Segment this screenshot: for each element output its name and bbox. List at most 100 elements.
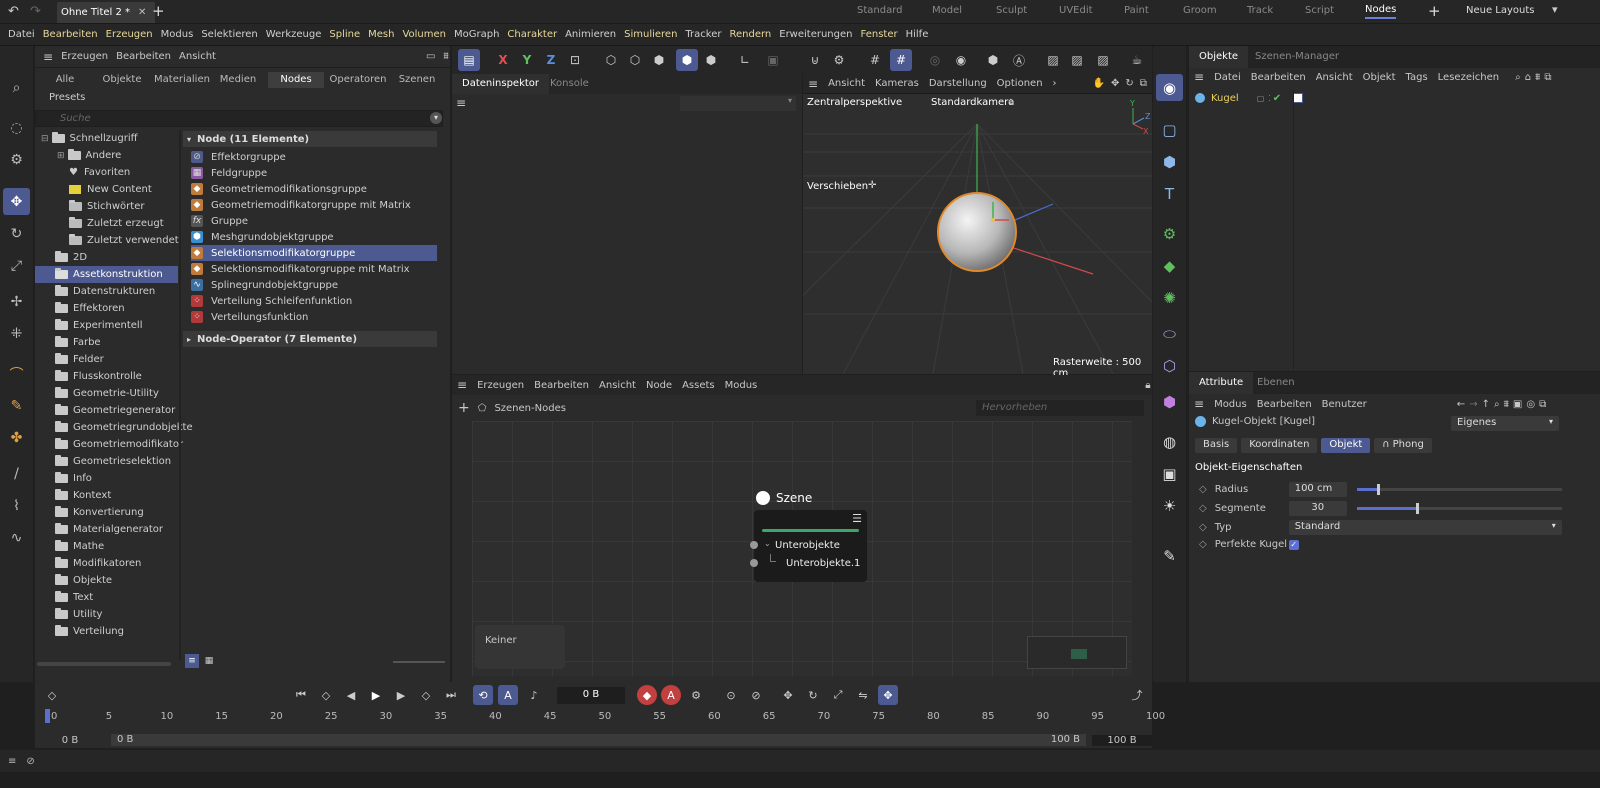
text-overlay-icon[interactable]: Ⓐ xyxy=(1008,49,1030,71)
keyframe-icon[interactable]: ◇ xyxy=(42,685,62,705)
menu-animieren[interactable]: Animieren xyxy=(565,29,616,40)
tree-item-selected[interactable]: Assetkonstruktion xyxy=(35,266,178,283)
tree-item[interactable]: Geometrie-Utility xyxy=(55,385,159,402)
x-axis-lock[interactable]: X xyxy=(492,49,514,71)
soft-selection-icon[interactable]: ⚙ xyxy=(828,49,850,71)
tweak-icon[interactable]: ⚙ xyxy=(3,146,30,173)
search-icon[interactable]: ⌕ xyxy=(1494,399,1500,410)
filter-icon[interactable]: ⩩ xyxy=(443,51,448,62)
input-port[interactable] xyxy=(750,541,758,549)
layout-paint[interactable]: Paint xyxy=(1124,5,1149,16)
layout-sculpt[interactable]: Sculpt xyxy=(996,5,1027,16)
node-menu-modus[interactable]: Modus xyxy=(725,380,758,391)
subtab-basis[interactable]: Basis xyxy=(1195,438,1238,453)
menu-simulieren[interactable]: Simulieren xyxy=(624,29,677,40)
viewport-menu-ansicht[interactable]: Ansicht xyxy=(828,78,865,89)
menu-selektieren[interactable]: Selektieren xyxy=(201,29,257,40)
z-axis-lock[interactable]: Z xyxy=(540,49,562,71)
polygon-pen-icon[interactable]: ✤ xyxy=(3,424,30,451)
asset-menu-erzeugen[interactable]: Erzeugen xyxy=(61,51,108,62)
tree-item[interactable]: Konvertierung xyxy=(55,504,144,521)
node-menu-node[interactable]: Node xyxy=(646,380,672,391)
move-view-icon[interactable]: ✥ xyxy=(1111,78,1119,89)
list-item[interactable]: ⊘ Effektorgruppe xyxy=(191,149,437,165)
grid-icon[interactable]: # xyxy=(864,49,886,71)
effector-gear-icon[interactable]: ✺ xyxy=(1156,284,1183,311)
tab-dateninspektor[interactable]: Dateninspektor xyxy=(452,74,550,94)
sound-icon[interactable]: ♪ xyxy=(524,685,544,705)
search-options-icon[interactable]: ▾ xyxy=(430,112,442,124)
tab-szenen-manager[interactable]: Szenen-Manager xyxy=(1245,46,1349,68)
tree-item[interactable]: Objekte xyxy=(55,572,112,589)
tree-item[interactable]: Geometriegrundobjekte xyxy=(55,419,193,436)
record-parameter-icon[interactable]: ⇋ xyxy=(853,685,873,705)
tree-item[interactable]: Zuletzt erzeugt xyxy=(69,215,164,232)
viewport-camera-label[interactable]: Standardkamera xyxy=(931,97,1014,108)
list-item[interactable]: ⁘ Verteilungsfunktion xyxy=(191,309,437,325)
menu-werkzeuge[interactable]: Werkzeuge xyxy=(266,29,322,40)
points-mode-icon[interactable]: ⬡ xyxy=(600,49,622,71)
hamburger-icon[interactable]: ≡ xyxy=(1194,70,1204,84)
viewport-menu-darstellung[interactable]: Darstellung xyxy=(929,78,987,89)
transfer-icon[interactable]: ✢ xyxy=(3,288,30,315)
menu-spline[interactable]: Spline xyxy=(329,29,360,40)
hamburger-icon[interactable]: ≡ xyxy=(43,50,53,64)
viewport-menu-optionen[interactable]: Optionen xyxy=(997,78,1043,89)
play-icon[interactable]: ▶ xyxy=(366,685,386,705)
search-icon[interactable]: ⌕ xyxy=(3,74,30,101)
maximize-view-icon[interactable]: ⧉ xyxy=(1140,78,1147,89)
hamburger-icon[interactable]: ≡ xyxy=(457,378,467,392)
material-tag-icon[interactable] xyxy=(1293,93,1304,103)
mode-dropdown[interactable]: Eigenes ▾ xyxy=(1451,416,1559,431)
tab-medien[interactable]: Medien xyxy=(215,72,261,88)
record-rotation-icon[interactable]: ↻ xyxy=(803,685,823,705)
axis-icon[interactable]: ∟ xyxy=(734,49,756,71)
document-tab[interactable]: Ohne Titel 2 * ✕ xyxy=(57,2,155,23)
layout-script[interactable]: Script xyxy=(1305,5,1334,16)
new-document-plus-icon[interactable]: + xyxy=(152,2,165,20)
om-menu-objekt[interactable]: Objekt xyxy=(1363,72,1396,83)
tree-item[interactable]: Geometriemodifikator xyxy=(55,436,183,453)
asset-search-input[interactable]: Suche xyxy=(35,110,443,127)
generator-icon[interactable]: ⚙ xyxy=(1156,220,1183,247)
list-item[interactable]: fx Gruppe xyxy=(191,213,437,229)
sphere-object[interactable] xyxy=(937,192,1017,272)
perfect-sphere-checkbox[interactable]: ✓ xyxy=(1288,539,1299,550)
back-arrow-icon[interactable]: ← xyxy=(1457,399,1465,410)
playback-mode-icon[interactable]: A xyxy=(498,685,518,705)
search-icon[interactable]: ⌕ xyxy=(1515,72,1521,83)
expand-chevron-icon[interactable]: ⌄ xyxy=(764,539,771,548)
popout-icon[interactable]: ⧉ xyxy=(1539,399,1546,410)
asset-menu-bearbeiten[interactable]: Bearbeiten xyxy=(116,51,171,62)
menu-mograph[interactable]: MoGraph xyxy=(454,29,499,40)
menu-datei[interactable]: Datei xyxy=(8,29,35,40)
tree-item[interactable]: Text xyxy=(55,589,93,606)
range-slider[interactable]: 0 B 100 B xyxy=(111,734,1086,746)
record-pla-icon[interactable]: ✥ xyxy=(878,685,898,705)
spline-sketch-icon[interactable]: ∿ xyxy=(3,524,30,551)
cube-icon[interactable]: ⬢ xyxy=(1156,148,1183,175)
scale-icon[interactable]: ⤢ xyxy=(3,252,30,279)
menu-rendern[interactable]: Rendern xyxy=(729,29,771,40)
tree-item[interactable]: Utility xyxy=(55,606,102,623)
subtab-koordinaten[interactable]: Koordinaten xyxy=(1241,438,1318,453)
object-mode-icon[interactable]: ⬢ xyxy=(676,49,698,71)
hamburger-icon[interactable]: ≡ xyxy=(1194,397,1204,411)
radius-slider[interactable] xyxy=(1356,484,1562,495)
start-frame-field[interactable]: 0 B xyxy=(35,735,105,746)
tree-item[interactable]: Farbe xyxy=(55,334,101,351)
tree-item[interactable]: 2D xyxy=(55,249,87,266)
list-item[interactable]: ◆ Geometriemodifikatorgruppe mit Matrix xyxy=(191,197,437,213)
lock-icon[interactable]: 🔒︎ xyxy=(1145,380,1150,391)
hamburger-icon[interactable]: ≡ xyxy=(808,77,818,91)
tree-item[interactable]: New Content xyxy=(69,181,152,198)
cloner-icon[interactable]: ◆ xyxy=(1156,252,1183,279)
tab-alle[interactable]: Alle xyxy=(43,72,87,88)
edit-tool-icon[interactable]: ✎ xyxy=(1156,542,1183,569)
tree-item[interactable]: Flusskontrolle xyxy=(55,368,142,385)
move-icon[interactable]: ✥ xyxy=(3,188,30,215)
tab-operatoren[interactable]: Operatoren xyxy=(326,72,390,88)
tree-item[interactable]: Mathe xyxy=(55,538,104,555)
segments-input[interactable]: 30 xyxy=(1288,501,1347,516)
menu-icon[interactable]: ≡ xyxy=(8,756,16,767)
